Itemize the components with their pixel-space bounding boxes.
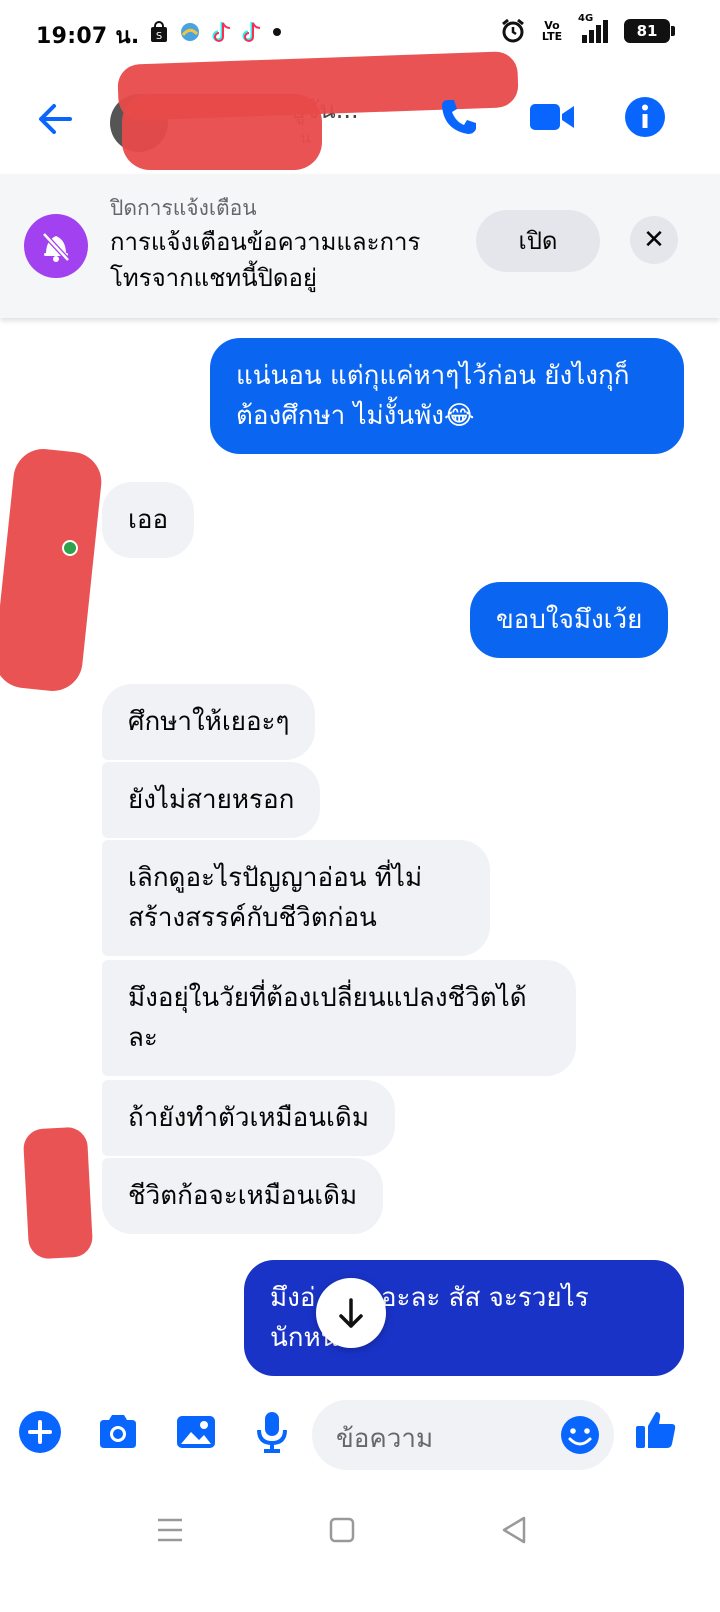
message-bubble-incoming[interactable]: มึงอยุ่ในวัยที่ต้องเปลี่ยนแปลงชีวิตได้ละ xyxy=(102,960,576,1076)
plus-icon[interactable] xyxy=(16,1408,64,1456)
svg-text:S: S xyxy=(156,31,162,42)
redaction-overlay xyxy=(0,446,105,694)
online-indicator xyxy=(62,540,78,556)
thumbs-up-icon[interactable] xyxy=(632,1406,680,1454)
message-bubble-incoming[interactable]: ชีวิตก้อจะเหมือนเดิม xyxy=(102,1158,384,1234)
message-composer: ข้อความ xyxy=(0,1394,720,1478)
message-input[interactable]: ข้อความ xyxy=(312,1400,614,1470)
muted-bell-badge xyxy=(24,214,88,278)
info-icon[interactable] xyxy=(620,92,670,142)
tiktok-icon xyxy=(212,22,231,42)
video-call-icon[interactable] xyxy=(528,92,578,142)
home-icon[interactable] xyxy=(322,1510,362,1550)
signal-bars-icon xyxy=(582,20,608,43)
tiktok-icon xyxy=(242,22,261,42)
emoji-icon[interactable] xyxy=(558,1413,602,1457)
banner-title: ปิดการแจ้งเตือน xyxy=(110,196,257,220)
message-bubble-incoming[interactable]: ยังไม่สายหรอก xyxy=(102,762,321,838)
phone-icon[interactable] xyxy=(434,92,484,142)
scroll-to-bottom-button[interactable] xyxy=(316,1278,386,1348)
unmute-button[interactable]: เปิด xyxy=(476,210,600,272)
recent-apps-icon[interactable] xyxy=(150,1510,190,1550)
message-bubble-outgoing[interactable]: แน่นอน แต่กุแค่หาๆไว้ก่อน ยังไงกุก็ต้องศ… xyxy=(210,338,684,454)
status-bar: 19:07 น. S Vo LTE 4G 81 xyxy=(0,0,720,64)
back-triangle-icon[interactable] xyxy=(494,1510,534,1550)
microphone-icon[interactable] xyxy=(248,1408,296,1456)
arrow-down-icon xyxy=(339,1298,363,1328)
status-time: 19:07 น. xyxy=(36,24,140,49)
message-bubble-incoming[interactable]: เลิกดูอะไรปัญญาอ่อน ที่ไม่สร้างสรรค์กับช… xyxy=(102,840,490,956)
system-navigation-bar xyxy=(0,1490,720,1612)
signal-indicator: 4G xyxy=(578,13,612,43)
redaction-overlay xyxy=(22,1126,94,1260)
banner-message: การแจ้งเตือนข้อความและการโทรจากแชทนี้ปิด… xyxy=(110,228,421,292)
muted-notification-banner: ปิดการแจ้งเตือน การแจ้งเตือนข้อความและกา… xyxy=(0,174,720,318)
message-input-placeholder: ข้อความ xyxy=(336,1424,434,1454)
more-notifications-dot-icon xyxy=(273,28,281,36)
gallery-icon[interactable] xyxy=(172,1408,220,1456)
alarm-icon xyxy=(502,18,524,43)
message-bubble-outgoing[interactable]: ขอบใจมึงเว้ย xyxy=(470,582,669,658)
volte-indicator: Vo LTE xyxy=(541,19,563,43)
bell-off-icon xyxy=(42,232,70,262)
battery-level: 81 xyxy=(624,19,675,43)
message-bubble-incoming[interactable]: ศึกษาให้เยอะๆ xyxy=(102,684,316,760)
app-notification-icon xyxy=(181,23,199,41)
close-banner-button[interactable]: ✕ xyxy=(630,216,678,264)
message-bubble-outgoing[interactable]: มึงอ่...บเยอะละ สัส จะรวยไรนักหนา xyxy=(244,1260,684,1376)
message-bubble-incoming[interactable]: เออ xyxy=(102,482,195,558)
message-bubble-incoming[interactable]: ถ้ายังทำตัวเหมือนเดิม xyxy=(102,1080,395,1156)
system-indicators: Vo LTE 4G 81 xyxy=(500,13,675,44)
camera-icon[interactable] xyxy=(94,1408,142,1456)
chat-header: บูจัน... น xyxy=(0,51,720,172)
back-arrow-icon[interactable] xyxy=(30,94,80,144)
notification-icons: S xyxy=(148,20,284,44)
shopping-bag-icon: S xyxy=(151,21,167,42)
redaction-overlay xyxy=(122,94,322,170)
